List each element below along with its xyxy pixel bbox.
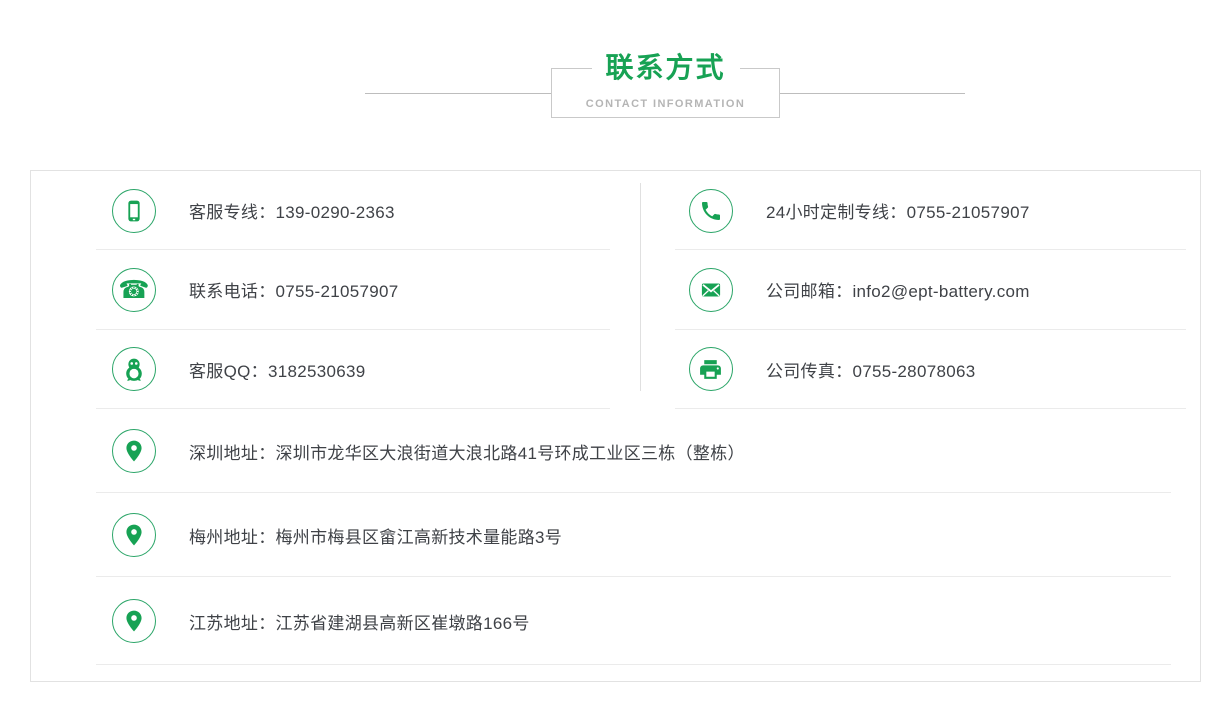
contact-row-address-shenzhen: 深圳地址：深圳市龙华区大浪街道大浪北路41号环成工业区三栋（整栋）: [31, 409, 1200, 493]
contact-row-service-line: 客服专线：139-0290-2363: [31, 171, 639, 250]
section-header: 联系方式 CONTACT INFORMATION: [0, 0, 1225, 150]
row-separator: [96, 664, 1171, 665]
contact-label: 联系电话：: [189, 282, 276, 301]
qq-penguin-icon: [112, 347, 156, 391]
fax-printer-icon: [689, 347, 733, 391]
contact-column-right: 24小时定制专线：0755-21057907 公司邮箱：info2@ept-ba…: [639, 171, 1200, 409]
contact-row-address-jiangsu: 江苏地址：江苏省建湖县高新区崔墩路166号: [31, 577, 1200, 665]
envelope-icon: [689, 268, 733, 312]
header-title-box: 联系方式 CONTACT INFORMATION: [551, 68, 780, 118]
page-title: 联系方式: [591, 51, 739, 85]
contact-row-phone: ☎ 联系电话：0755-21057907: [31, 250, 639, 329]
contact-column-left: 客服专线：139-0290-2363 ☎ 联系电话：0755-21057907 …: [31, 171, 639, 409]
contact-label: 24小时定制专线：: [766, 203, 907, 222]
contact-row-custom-line: 24小时定制专线：0755-21057907: [639, 171, 1200, 250]
smartphone-icon: [112, 189, 156, 233]
contact-value: 0755-28078063: [852, 362, 975, 381]
contact-label: 客服QQ：: [189, 362, 268, 381]
contact-row-address-meizhou: 梅州地址：梅州市梅县区畲江高新技术量能路3号: [31, 493, 1200, 577]
contact-value: 0755-21057907: [907, 203, 1030, 222]
location-pin-icon: [112, 513, 156, 557]
contact-card: 客服专线：139-0290-2363 ☎ 联系电话：0755-21057907 …: [30, 170, 1201, 682]
contact-value: 0755-21057907: [276, 282, 399, 301]
contact-label: 深圳地址：: [189, 444, 276, 463]
header-line-right: [780, 93, 965, 94]
contact-label: 公司邮箱：: [766, 282, 853, 301]
contact-label: 梅州地址：: [189, 528, 276, 547]
contact-value: 深圳市龙华区大浪街道大浪北路41号环成工业区三栋（整栋）: [276, 444, 745, 463]
header-line-left: [365, 93, 551, 94]
contact-row-fax: 公司传真：0755-28078063: [639, 330, 1200, 409]
contact-row-qq: 客服QQ：3182530639: [31, 330, 639, 409]
location-pin-icon: [112, 429, 156, 473]
contact-value: 3182530639: [268, 362, 366, 381]
contact-label: 江苏地址：: [189, 614, 276, 633]
contact-value: 江苏省建湖县高新区崔墩路166号: [276, 614, 530, 633]
telephone-icon: ☎: [112, 268, 156, 312]
contact-top-grid: 客服专线：139-0290-2363 ☎ 联系电话：0755-21057907 …: [31, 171, 1200, 409]
page-subtitle: CONTACT INFORMATION: [552, 98, 779, 110]
contact-value: 梅州市梅县区畲江高新技术量能路3号: [276, 528, 563, 547]
location-pin-icon: [112, 599, 156, 643]
contact-label: 公司传真：: [766, 362, 853, 381]
contact-row-email: 公司邮箱：info2@ept-battery.com: [639, 250, 1200, 329]
phone-handset-icon: [689, 189, 733, 233]
contact-label: 客服专线：: [189, 203, 276, 222]
contact-value: 139-0290-2363: [276, 203, 395, 222]
contact-value: info2@ept-battery.com: [852, 282, 1029, 301]
